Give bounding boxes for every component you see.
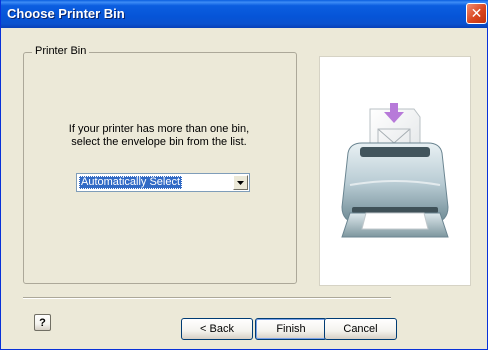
cancel-button[interactable]: Cancel [324, 318, 397, 340]
close-icon: ✕ [470, 5, 483, 22]
groupbox-legend: Printer Bin [32, 45, 90, 57]
dropdown-arrow-button[interactable] [233, 175, 248, 190]
chevron-down-icon [237, 180, 244, 185]
back-button[interactable]: < Back [181, 318, 253, 340]
bin-select-value: Automatically Select [79, 176, 183, 189]
instructions-text: If your printer has more than one bin, s… [44, 123, 274, 149]
window-title: Choose Printer Bin [7, 6, 125, 21]
printer-bin-groupbox: Printer Bin If your printer has more tha… [23, 45, 297, 284]
footer-divider [23, 297, 391, 299]
bin-select-dropdown[interactable]: Automatically Select [76, 173, 250, 192]
finish-button-label: Finish [276, 323, 306, 335]
close-button[interactable]: ✕ [466, 3, 487, 24]
printer-with-envelope-icon [341, 103, 449, 238]
instructions-line-1: If your printer has more than one bin, [68, 123, 250, 135]
illustration-panel [319, 56, 471, 286]
cancel-button-label: Cancel [343, 323, 378, 335]
title-bar[interactable]: Choose Printer Bin ✕ [1, 0, 488, 28]
finish-button[interactable]: Finish [255, 318, 327, 340]
choose-printer-bin-dialog: Choose Printer Bin ✕ Printer Bin If your… [0, 0, 488, 350]
instructions-line-2: select the envelope bin from the list. [71, 136, 247, 148]
help-button[interactable]: ? [34, 314, 51, 331]
help-button-label: ? [39, 316, 46, 329]
back-button-label: < Back [200, 323, 234, 335]
